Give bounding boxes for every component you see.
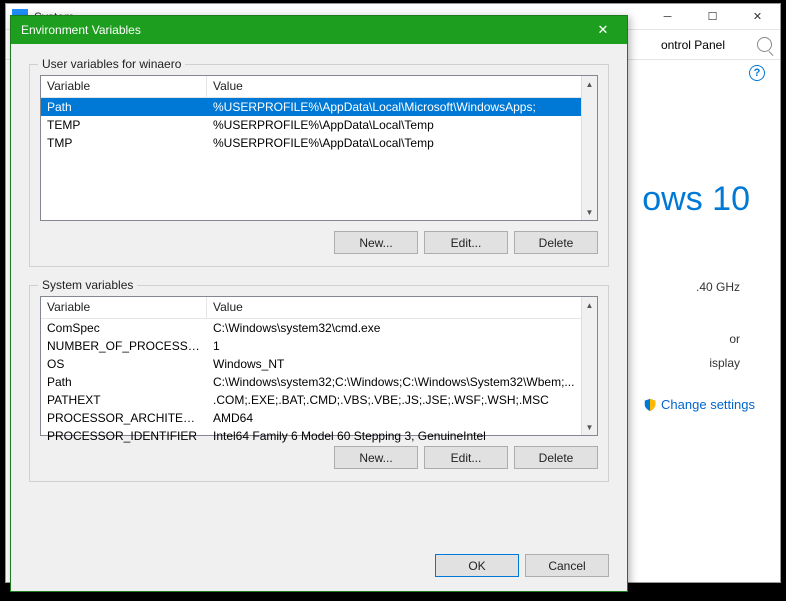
toolbar-crumb: ontrol Panel [661,38,725,52]
system-vars-header: Variable Value [41,297,597,319]
var-name-cell: NUMBER_OF_PROCESSORS [41,338,207,354]
change-settings-link[interactable]: Change settings [643,397,755,412]
user-new-button[interactable]: New... [334,231,418,254]
var-name-cell: PATHEXT [41,392,207,408]
var-name-cell: TMP [41,135,207,151]
var-value-cell: AMD64 [207,410,597,426]
sys-delete-button[interactable]: Delete [514,446,598,469]
table-row[interactable]: PROCESSOR_IDENTIFIERIntel64 Family 6 Mod… [41,427,597,445]
cancel-button[interactable]: Cancel [525,554,609,577]
table-row[interactable]: NUMBER_OF_PROCESSORS1 [41,337,597,355]
scroll-up-icon[interactable]: ▲ [582,297,597,313]
table-row[interactable]: ComSpecC:\Windows\system32\cmd.exe [41,319,597,337]
var-name-cell: ComSpec [41,320,207,336]
user-delete-button[interactable]: Delete [514,231,598,254]
user-scrollbar[interactable]: ▲ ▼ [581,76,597,220]
shield-icon [643,398,657,412]
dialog-titlebar: Environment Variables ✕ [11,16,627,44]
var-name-cell: TEMP [41,117,207,133]
col-value[interactable]: Value [207,76,597,97]
env-vars-dialog: Environment Variables ✕ User variables f… [10,15,628,592]
table-row[interactable]: PATHEXT.COM;.EXE;.BAT;.CMD;.VBS;.VBE;.JS… [41,391,597,409]
table-row[interactable]: TMP%USERPROFILE%\AppData\Local\Temp [41,134,597,152]
table-row[interactable]: PROCESSOR_ARCHITECTUREAMD64 [41,409,597,427]
ok-button[interactable]: OK [435,554,519,577]
system-vars-list[interactable]: Variable Value ComSpecC:\Windows\system3… [40,296,598,436]
user-vars-group: User variables for winaero Variable Valu… [29,64,609,267]
close-icon[interactable]: ✕ [589,16,617,44]
var-value-cell: Intel64 Family 6 Model 60 Stepping 3, Ge… [207,428,597,444]
var-value-cell: C:\Windows\system32;C:\Windows;C:\Window… [207,374,597,390]
user-vars-legend: User variables for winaero [38,57,185,71]
table-row[interactable]: Path%USERPROFILE%\AppData\Local\Microsof… [41,98,597,116]
col-value[interactable]: Value [207,297,597,318]
var-name-cell: PROCESSOR_IDENTIFIER [41,428,207,444]
sys-new-button[interactable]: New... [334,446,418,469]
maximize-button[interactable]: ☐ [690,4,735,30]
windows-logo-text: ows 10 [642,180,750,219]
sys-scrollbar[interactable]: ▲ ▼ [581,297,597,435]
system-vars-legend: System variables [38,278,137,292]
close-button[interactable]: ✕ [735,4,780,30]
var-value-cell: 1 [207,338,597,354]
scroll-down-icon[interactable]: ▼ [582,419,597,435]
minimize-button[interactable]: ─ [645,4,690,30]
var-name-cell: Path [41,99,207,115]
var-value-cell: .COM;.EXE;.BAT;.CMD;.VBS;.VBE;.JS;.JSE;.… [207,392,597,408]
user-vars-header: Variable Value [41,76,597,98]
sys-edit-button[interactable]: Edit... [424,446,508,469]
user-edit-button[interactable]: Edit... [424,231,508,254]
user-vars-list[interactable]: Variable Value Path%USERPROFILE%\AppData… [40,75,598,221]
table-row[interactable]: OSWindows_NT [41,355,597,373]
var-value-cell: %USERPROFILE%\AppData\Local\Temp [207,135,597,151]
dialog-title: Environment Variables [21,23,141,37]
col-variable[interactable]: Variable [41,76,207,97]
var-value-cell: %USERPROFILE%\AppData\Local\Temp [207,117,597,133]
scroll-down-icon[interactable]: ▼ [582,204,597,220]
var-value-cell: %USERPROFILE%\AppData\Local\Microsoft\Wi… [207,99,597,115]
var-name-cell: OS [41,356,207,372]
system-info-fragment: .40 GHz or isplay [696,275,740,375]
system-vars-group: System variables Variable Value ComSpecC… [29,285,609,482]
var-name-cell: Path [41,374,207,390]
table-row[interactable]: TEMP%USERPROFILE%\AppData\Local\Temp [41,116,597,134]
table-row[interactable]: PathC:\Windows\system32;C:\Windows;C:\Wi… [41,373,597,391]
var-name-cell: PROCESSOR_ARCHITECTURE [41,410,207,426]
scroll-up-icon[interactable]: ▲ [582,76,597,92]
search-icon[interactable] [757,37,772,52]
var-value-cell: Windows_NT [207,356,597,372]
col-variable[interactable]: Variable [41,297,207,318]
help-icon[interactable]: ? [749,65,765,81]
var-value-cell: C:\Windows\system32\cmd.exe [207,320,597,336]
change-settings-label: Change settings [661,397,755,412]
